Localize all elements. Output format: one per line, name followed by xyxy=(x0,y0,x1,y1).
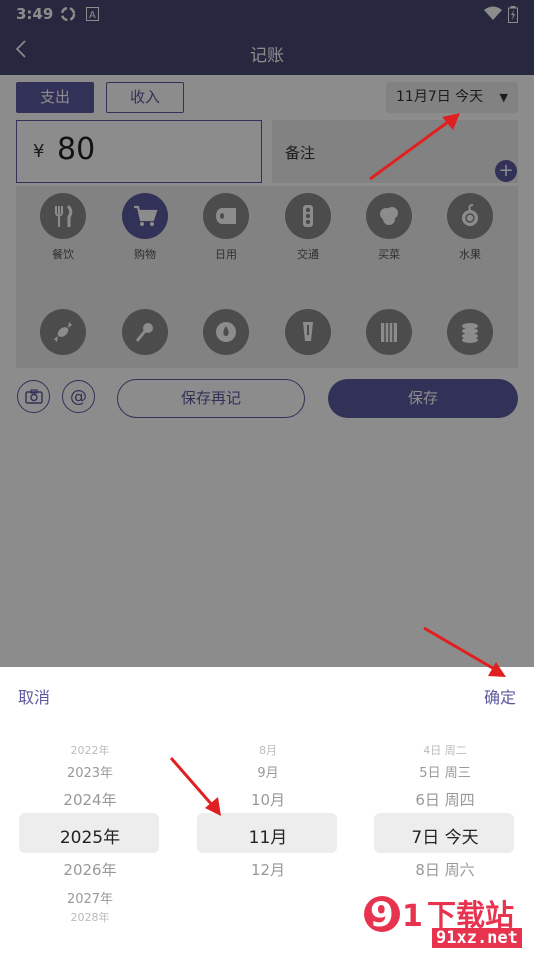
modal-overlay[interactable] xyxy=(0,0,534,667)
wheel-item-selected: 7日 今天 xyxy=(411,828,479,848)
wheel-item: 6日 周四 xyxy=(415,791,475,809)
svg-text:1: 1 xyxy=(402,899,423,934)
wheel-item: 8月 xyxy=(259,744,277,757)
wheel-item: 10月 xyxy=(250,791,286,809)
site-watermark: 9 1 下载站 91xz.net xyxy=(362,890,534,950)
cancel-button[interactable]: 取消 xyxy=(18,684,50,708)
wheel-item: 2023年 xyxy=(66,766,114,781)
watermark-url: 91xz.net xyxy=(432,928,522,948)
wheel-item: 2022年 xyxy=(70,744,110,757)
confirm-button[interactable]: 确定 xyxy=(484,684,516,708)
wheel-item: 12月 xyxy=(250,861,286,879)
wheel-item: 5日 周三 xyxy=(419,766,471,781)
svg-text:9: 9 xyxy=(370,895,394,935)
wheel-item: 2026年 xyxy=(63,861,117,879)
wheel-item: 2024年 xyxy=(63,791,117,809)
wheel-item-selected: 2025年 xyxy=(59,828,121,848)
wheel-item-selected: 11月 xyxy=(248,828,288,848)
wheel-item: 4日 周二 xyxy=(423,744,467,757)
wheel-item: 2027年 xyxy=(66,892,114,907)
wheel-item: 8日 周六 xyxy=(415,861,475,879)
wheel-item: 9月 xyxy=(257,766,279,781)
wheel-item: 2028年 xyxy=(70,911,110,924)
